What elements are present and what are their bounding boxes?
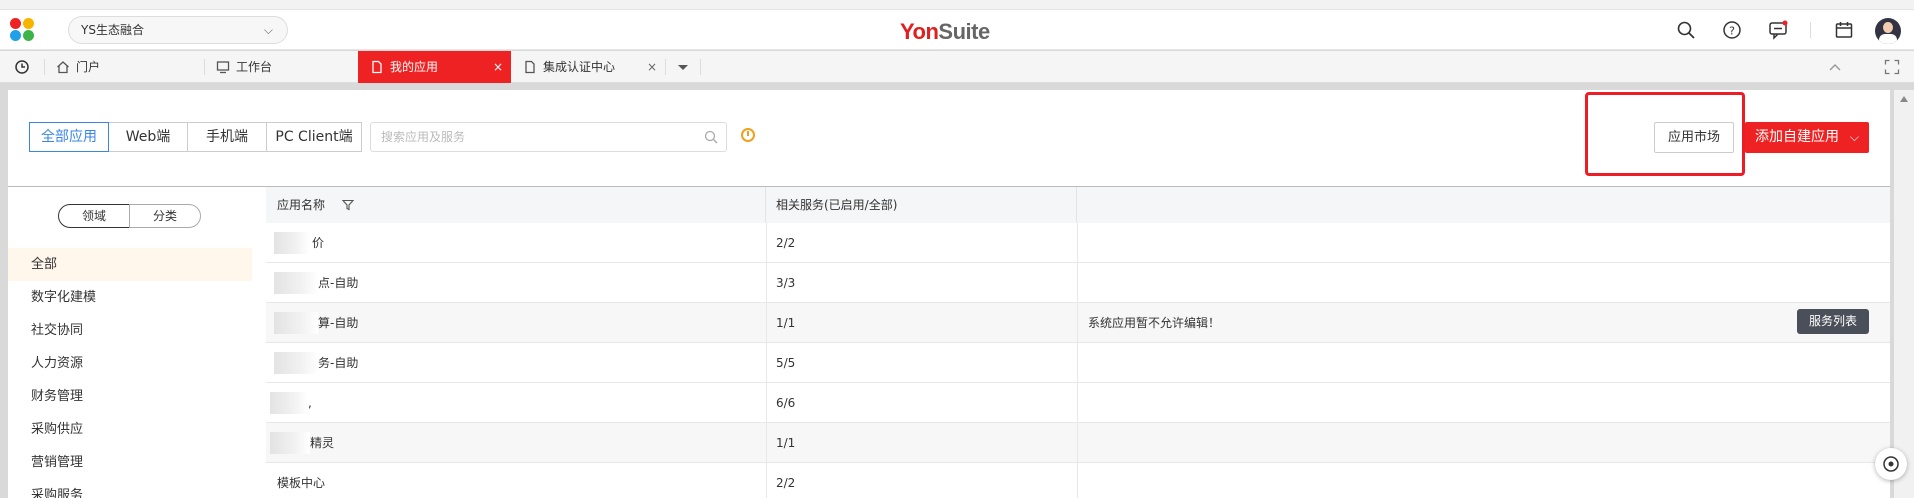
add-custom-app-button[interactable]: 添加自建应用 ⌵	[1745, 122, 1869, 153]
sidebar-item-finance[interactable]: 财务管理	[8, 380, 252, 413]
service-count: 5/5	[776, 356, 796, 370]
tab-more-caret-icon[interactable]	[676, 63, 690, 73]
app-name: ,	[308, 396, 312, 410]
table-row[interactable]: 价 2/2	[266, 223, 1890, 263]
close-icon[interactable]: ×	[493, 51, 503, 83]
column-divider	[766, 223, 767, 498]
chevron-down-icon: ⌵	[263, 23, 273, 37]
monitor-icon	[216, 61, 230, 74]
table-row[interactable]: 精灵 1/1	[266, 423, 1890, 463]
sidebar-item-procurement-supply[interactable]: 采购供应	[8, 413, 252, 446]
sidebar-item-social-collab[interactable]: 社交协同	[8, 314, 252, 347]
home-icon	[57, 61, 69, 74]
column-divider	[1077, 223, 1078, 498]
top-header: YS生态融合 ⌵ YonSuite ?	[0, 10, 1914, 50]
column-header-name: 应用名称	[266, 187, 766, 223]
redacted-block	[274, 352, 318, 374]
service-list-button[interactable]: 服务列表	[1797, 309, 1869, 334]
search-icon[interactable]	[1676, 20, 1696, 40]
app-name: 模板中心	[277, 476, 326, 490]
segment-mobile[interactable]: 手机端	[187, 122, 267, 152]
segment-web[interactable]: Web端	[108, 122, 188, 152]
search-placeholder: 搜索应用及服务	[381, 130, 466, 144]
filter-icon[interactable]	[342, 199, 354, 211]
column-header-label: 相关服务(已启用/全部)	[776, 198, 898, 212]
table-row[interactable]: 模板中心 2/2	[266, 463, 1890, 498]
document-icon	[372, 60, 382, 74]
app-name: 价	[312, 236, 325, 250]
row-note: 系统应用暂不允许编辑！	[1088, 316, 1221, 330]
table-row[interactable]: 务-自助 5/5	[266, 343, 1890, 383]
table-row[interactable]: , 6/6	[266, 383, 1890, 423]
vertical-scrollbar[interactable]	[1894, 90, 1914, 498]
info-icon[interactable]	[741, 128, 755, 142]
calendar-icon[interactable]	[1834, 20, 1854, 40]
app-name: 务-自助	[318, 356, 359, 370]
tab-label: 集成认证中心	[543, 60, 616, 74]
segment-pc-client[interactable]: PC Client端	[266, 122, 362, 152]
tab-label: 门户	[76, 60, 101, 74]
tab-my-apps[interactable]: 我的应用 ×	[358, 51, 511, 83]
chevron-up-icon[interactable]	[1828, 61, 1842, 73]
toggle-domain[interactable]: 领域	[58, 204, 130, 228]
app-name: 算-自助	[318, 316, 359, 330]
redacted-block	[270, 432, 310, 454]
service-count: 6/6	[776, 396, 796, 410]
table-row[interactable]: 点-自助 3/3	[266, 263, 1890, 303]
service-count: 1/1	[776, 436, 796, 450]
search-icon[interactable]	[704, 130, 718, 144]
service-count: 3/3	[776, 276, 796, 290]
browser-chrome-strip	[0, 0, 1914, 10]
column-header-actions	[1077, 187, 1890, 223]
document-icon	[525, 60, 535, 74]
avatar[interactable]	[1875, 18, 1901, 44]
redacted-block	[274, 312, 318, 334]
service-count: 2/2	[776, 236, 796, 250]
app-logo-icon[interactable]	[10, 18, 38, 42]
sidebar-item-digital-modeling[interactable]: 数字化建模	[8, 281, 252, 314]
assistant-icon	[1883, 456, 1899, 472]
tab-label: 我的应用	[390, 60, 439, 74]
segment-all-apps[interactable]: 全部应用	[29, 122, 109, 152]
tenant-label: YS生态融合	[81, 23, 144, 37]
assistant-float-button[interactable]	[1875, 448, 1907, 480]
fullscreen-icon[interactable]	[1884, 59, 1900, 75]
column-header-label: 应用名称	[277, 198, 326, 212]
app-market-button[interactable]: 应用市场	[1654, 122, 1734, 153]
svg-text:?: ?	[1729, 25, 1735, 38]
tab-portal[interactable]: 门户	[44, 51, 204, 83]
sidebar-item-marketing[interactable]: 营销管理	[8, 446, 252, 479]
toggle-category[interactable]: 分类	[129, 204, 201, 228]
redacted-block	[270, 392, 308, 414]
search-input[interactable]: 搜索应用及服务	[370, 122, 727, 152]
brand-logo: YonSuite	[900, 19, 990, 44]
close-icon[interactable]: ×	[647, 51, 657, 83]
table-row[interactable]: 算-自助 1/1 系统应用暂不允许编辑！	[266, 303, 1890, 343]
add-button-label: 添加自建应用	[1755, 129, 1839, 145]
app-name: 精灵	[310, 436, 335, 450]
tenant-selector[interactable]: YS生态融合 ⌵	[68, 16, 288, 44]
sidebar-item-hr[interactable]: 人力资源	[8, 347, 252, 380]
tab-bar: 门户 工作台 我的应用 × 集成认证中心 ×	[0, 51, 1914, 83]
header-divider	[1810, 22, 1811, 38]
column-header-services: 相关服务(已启用/全部)	[766, 187, 1077, 223]
sidebar-item-procurement-service[interactable]: 采购服务	[8, 479, 252, 498]
service-count: 2/2	[776, 476, 796, 490]
app-name: 点-自助	[318, 276, 359, 290]
help-icon[interactable]: ?	[1722, 20, 1742, 40]
redacted-block	[274, 272, 318, 294]
redacted-block	[274, 232, 310, 254]
tab-auth-center[interactable]: 集成认证中心 ×	[511, 51, 665, 83]
tab-workbench[interactable]: 工作台	[204, 51, 358, 83]
sidebar-item-all[interactable]: 全部	[8, 248, 252, 281]
history-icon[interactable]	[14, 59, 30, 75]
service-count: 1/1	[776, 316, 796, 330]
chevron-down-icon: ⌵	[1849, 130, 1859, 144]
message-icon[interactable]	[1768, 20, 1788, 40]
tab-label: 工作台	[236, 60, 273, 74]
